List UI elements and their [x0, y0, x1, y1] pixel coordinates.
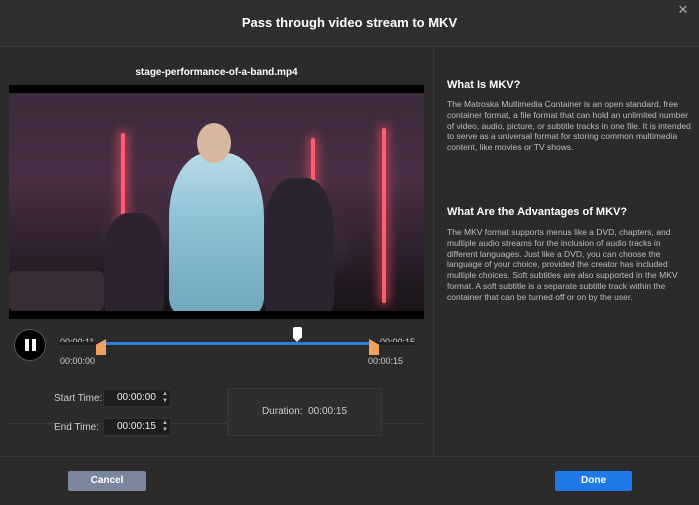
- end-time-value: 00:00:15: [117, 421, 156, 432]
- player-controls: 00:00:11 00:00:15 00:00:00 00:00:15: [0, 327, 433, 379]
- stage-light: [382, 128, 386, 303]
- range-end-time: 00:00:15: [368, 356, 404, 366]
- duration-label: Duration:: [261, 406, 303, 417]
- dialog-titlebar: Pass through video stream to MKV ✕: [0, 0, 699, 47]
- pause-icon: [25, 339, 29, 351]
- close-icon[interactable]: ✕: [675, 2, 691, 18]
- dialog-title: Pass through video stream to MKV: [241, 15, 458, 30]
- end-time-field[interactable]: 00:00:15 ▲ ▼: [103, 418, 171, 436]
- start-time-label: Start Time:: [54, 393, 103, 404]
- video-filename: stage-performance-of-a-band.mp4: [135, 67, 298, 78]
- duration-value: 00:00:15: [308, 406, 348, 417]
- video-preview[interactable]: [9, 85, 424, 319]
- range-start-time: 00:00:00: [60, 356, 96, 366]
- guitarist-figure: [264, 178, 334, 311]
- drum-kit: [9, 271, 104, 311]
- selected-range: [101, 342, 374, 345]
- singer-head: [197, 123, 231, 163]
- video-frame: [9, 93, 424, 311]
- info-panel: What Is MKV? The Matroska Multimedia Con…: [434, 47, 699, 456]
- info-paragraph-advantages: The MKV format supports menus like a DVD…: [447, 227, 678, 302]
- info-paragraph-what: The Matroska Multimedia Container is an …: [447, 99, 691, 153]
- info-heading-what: What Is MKV?: [447, 79, 521, 91]
- info-heading-advantages: What Are the Advantages of MKV?: [447, 206, 628, 218]
- start-time-field[interactable]: 00:00:00 ▲ ▼: [103, 389, 171, 407]
- dialog-footer: Cancel Done: [0, 456, 699, 505]
- singer-figure: [169, 153, 264, 311]
- duration-box: Duration: 00:00:15: [227, 388, 382, 436]
- pause-icon-bar: [32, 339, 36, 351]
- cancel-button[interactable]: Cancel: [68, 471, 146, 491]
- end-time-label: End Time:: [54, 422, 100, 433]
- playhead-marker[interactable]: [293, 327, 302, 342]
- start-time-value: 00:00:00: [117, 392, 156, 403]
- spin-arrows-icon[interactable]: ▲ ▼: [162, 391, 168, 405]
- drummer-figure: [104, 213, 164, 311]
- spin-arrows-icon[interactable]: ▲ ▼: [162, 420, 168, 434]
- pause-button[interactable]: [14, 329, 46, 361]
- done-button[interactable]: Done: [555, 471, 632, 491]
